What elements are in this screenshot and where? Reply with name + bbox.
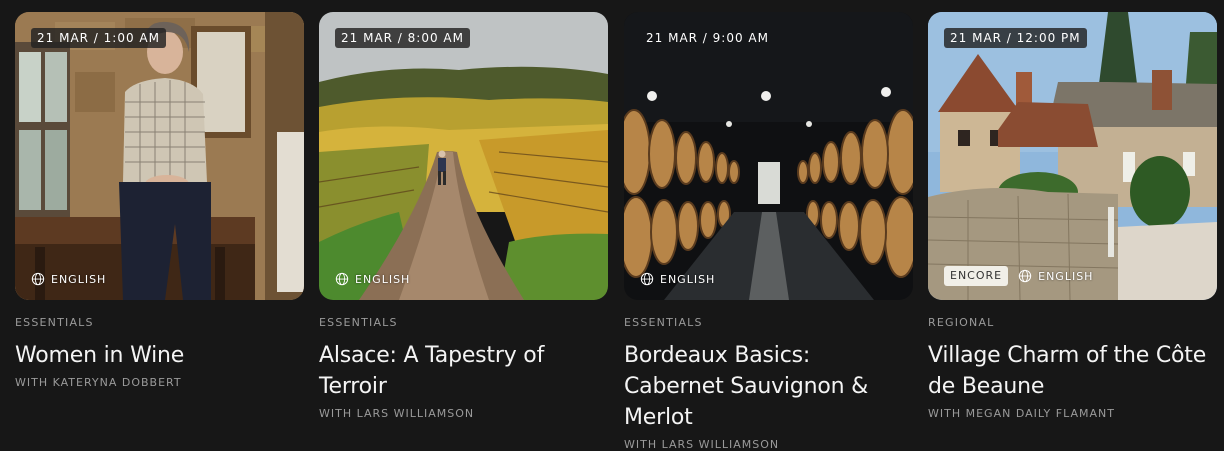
class-grid: 21 MAR / 1:00 AM ENGLISH ESSENTIALS Wome… [0, 0, 1224, 451]
village-house-image [928, 12, 1217, 300]
class-title[interactable]: Women in Wine [15, 340, 304, 371]
globe-icon [335, 272, 349, 286]
language-label: ENGLISH [335, 272, 410, 286]
class-badges: ENCORE ENGLISH [944, 266, 1093, 286]
class-card-cote-de-beaune[interactable]: 21 MAR / 12:00 PM ENCORE ENGLISH REGIONA… [928, 12, 1217, 420]
language-text: ENGLISH [660, 272, 716, 286]
class-datetime-badge: 21 MAR / 1:00 AM [31, 28, 166, 48]
class-thumbnail[interactable]: 21 MAR / 8:00 AM ENGLISH [319, 12, 608, 300]
class-thumbnail[interactable]: 21 MAR / 12:00 PM ENCORE ENGLISH [928, 12, 1217, 300]
class-thumbnail[interactable]: 21 MAR / 1:00 AM ENGLISH [15, 12, 304, 300]
language-label: ENGLISH [640, 272, 715, 286]
class-badges: ENGLISH [640, 272, 715, 286]
language-text: ENGLISH [1038, 269, 1094, 283]
class-category: ESSENTIALS [319, 316, 398, 329]
class-card-alsace[interactable]: 21 MAR / 8:00 AM ENGLISH ESSENTIALS Alsa… [319, 12, 608, 420]
language-label: ENGLISH [31, 272, 106, 286]
language-text: ENGLISH [51, 272, 107, 286]
class-host: WITH MEGAN DAILY FLAMANT [928, 407, 1115, 420]
class-card-bordeaux[interactable]: 21 MAR / 9:00 AM ENGLISH ESSENTIALS Bord… [624, 12, 913, 451]
class-datetime-badge: 21 MAR / 12:00 PM [944, 28, 1087, 48]
class-datetime-badge: 21 MAR / 8:00 AM [335, 28, 470, 48]
language-label: ENGLISH [1018, 269, 1093, 283]
globe-icon [640, 272, 654, 286]
class-title[interactable]: Village Charm of the Côte de Beaune [928, 340, 1217, 402]
class-datetime-badge: 21 MAR / 9:00 AM [646, 31, 769, 45]
class-badges: ENGLISH [31, 272, 106, 286]
class-category: ESSENTIALS [15, 316, 94, 329]
class-host: WITH LARS WILLIAMSON [319, 407, 475, 420]
woman-portrait-image [15, 12, 304, 300]
globe-icon [1018, 269, 1032, 283]
class-badges: ENGLISH [335, 272, 410, 286]
barrel-cellar-image [624, 12, 913, 300]
class-host: WITH KATERYNA DOBBERT [15, 376, 182, 389]
class-title[interactable]: Alsace: A Tapestry of Terroir [319, 340, 608, 402]
vineyard-path-image [319, 12, 608, 300]
language-text: ENGLISH [355, 272, 411, 286]
encore-badge: ENCORE [944, 266, 1009, 286]
globe-icon [31, 272, 45, 286]
class-category: REGIONAL [928, 316, 995, 329]
class-thumbnail[interactable]: 21 MAR / 9:00 AM ENGLISH [624, 12, 913, 300]
class-category: ESSENTIALS [624, 316, 703, 329]
class-card-women-in-wine[interactable]: 21 MAR / 1:00 AM ENGLISH ESSENTIALS Wome… [15, 12, 304, 389]
class-title[interactable]: Bordeaux Basics: Cabernet Sauvignon & Me… [624, 340, 913, 433]
